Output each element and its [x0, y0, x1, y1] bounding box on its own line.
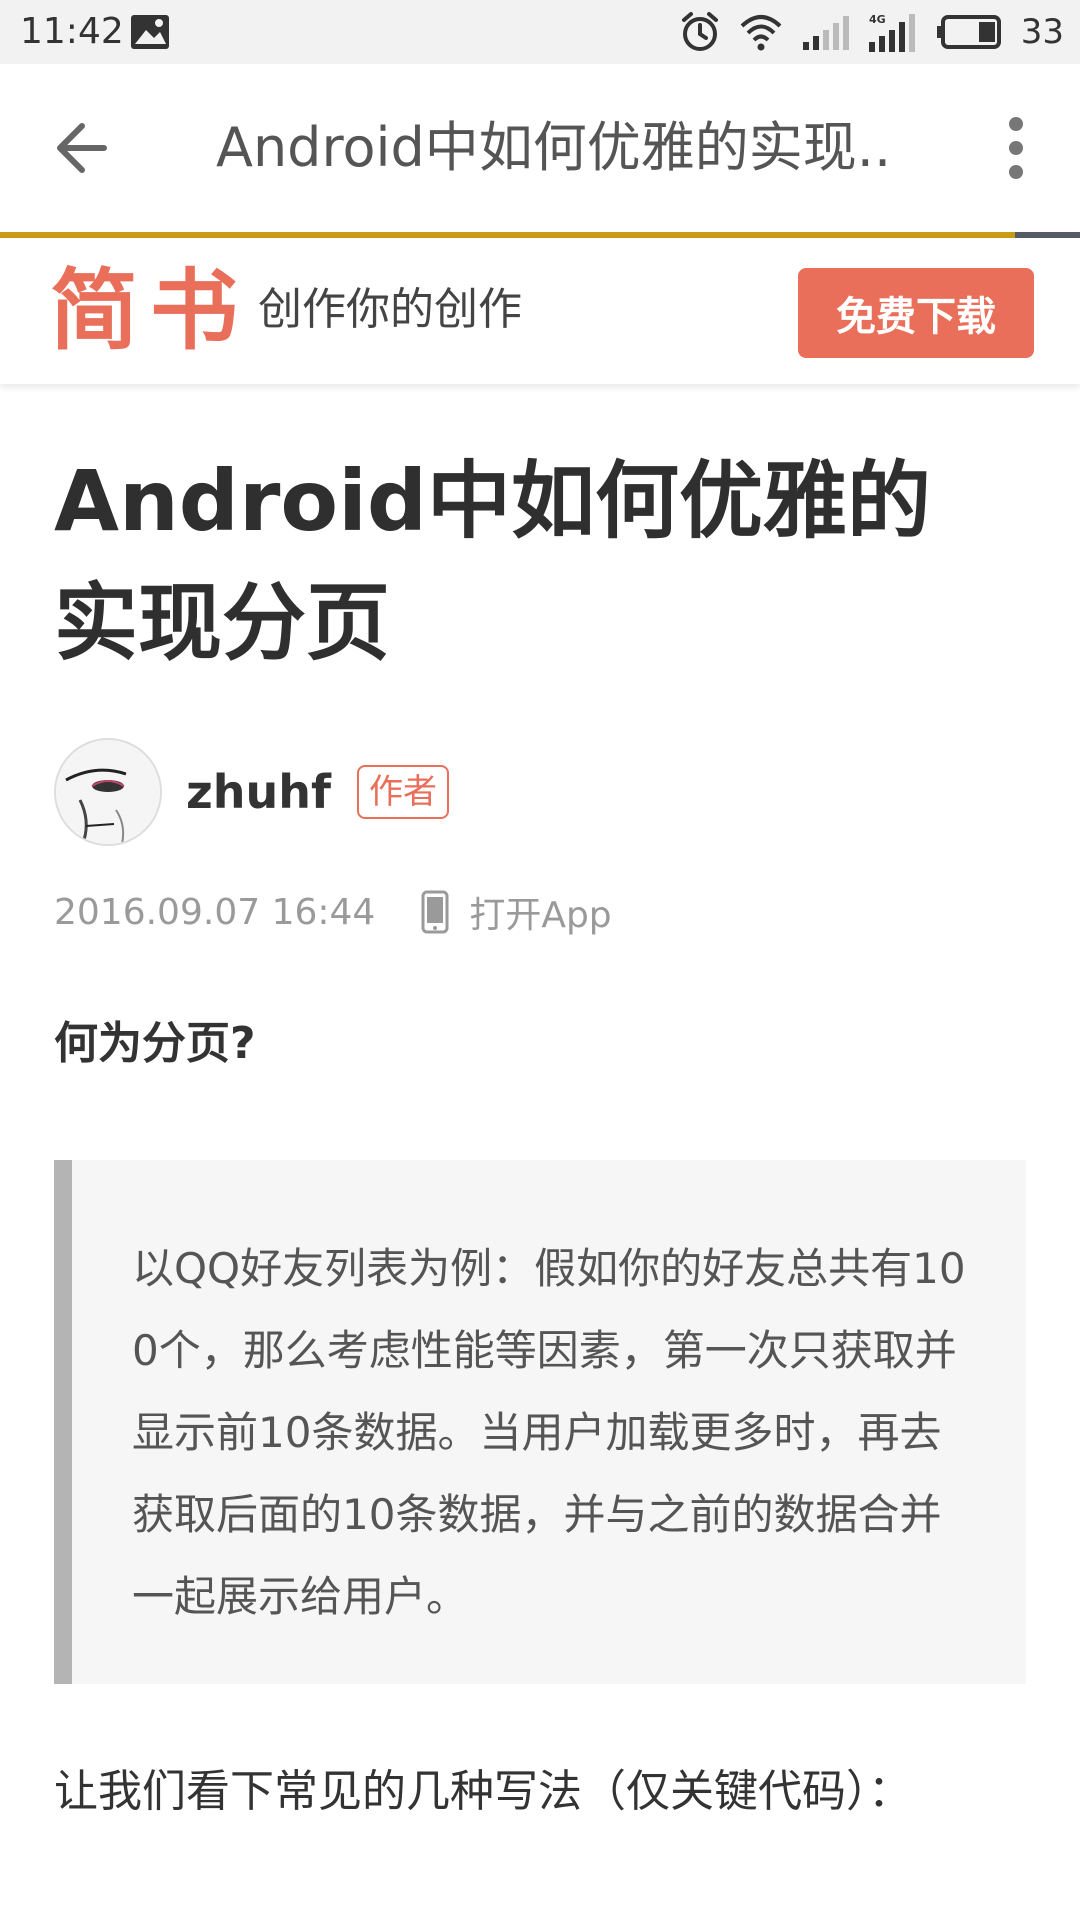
jianshu-logo: 简书 — [50, 258, 251, 362]
app-banner: 简书 创作你的创作 免费下载 — [0, 238, 1080, 384]
gallery-notification-icon — [131, 15, 169, 49]
article-meta: 2016.09.07 16:44 打开App — [54, 882, 612, 942]
section-heading: 何为分页? — [54, 1018, 256, 1069]
wifi-icon — [740, 15, 782, 51]
free-download-button[interactable]: 免费下载 — [798, 268, 1034, 358]
publish-date: 2016.09.07 16:44 — [54, 891, 376, 933]
status-bar: 11:42 4G 33 — [0, 0, 1080, 64]
more-options-button[interactable] — [992, 112, 1040, 184]
battery-icon — [936, 15, 1001, 49]
toolbar-title: Android中如何优雅的实现.. — [216, 116, 892, 179]
banner-slogan: 创作你的创作 — [258, 284, 522, 335]
open-app-link[interactable]: 打开App — [421, 886, 612, 938]
author-badge: 作者 — [357, 765, 450, 819]
blockquote: 以QQ好友列表为例：假如你的好友总共有100个，那么考虑性能等因素，第一次只获取… — [54, 1160, 1026, 1684]
author-row: zhuhf 作者 — [54, 738, 450, 846]
svg-text:4G: 4G — [869, 13, 886, 26]
avatar[interactable] — [54, 738, 162, 846]
author-name[interactable]: zhuhf — [186, 765, 331, 819]
more-vert-icon — [1009, 117, 1023, 179]
status-icons: 4G 33 — [679, 8, 1064, 56]
phone-icon — [421, 890, 449, 934]
status-time: 11:42 — [20, 11, 124, 52]
blockquote-text: 以QQ好友列表为例：假如你的好友总共有100个，那么考虑性能等因素，第一次只获取… — [132, 1244, 966, 1621]
arrow-left-icon — [57, 123, 107, 173]
signal-icon — [802, 16, 849, 50]
avatar-illustration — [56, 740, 160, 844]
article-paragraph: 让我们看下常见的几种写法（仅关键代码）： — [54, 1766, 912, 1817]
alarm-icon — [681, 12, 718, 51]
toolbar: Android中如何优雅的实现.. — [0, 64, 1080, 238]
signal-4g-icon: 4G — [868, 13, 915, 52]
back-button[interactable] — [48, 112, 120, 184]
open-app-label: 打开App — [469, 895, 612, 936]
article-title: Android中如何优雅的实现分页 — [54, 452, 931, 672]
battery-level: 33 — [1020, 12, 1064, 52]
